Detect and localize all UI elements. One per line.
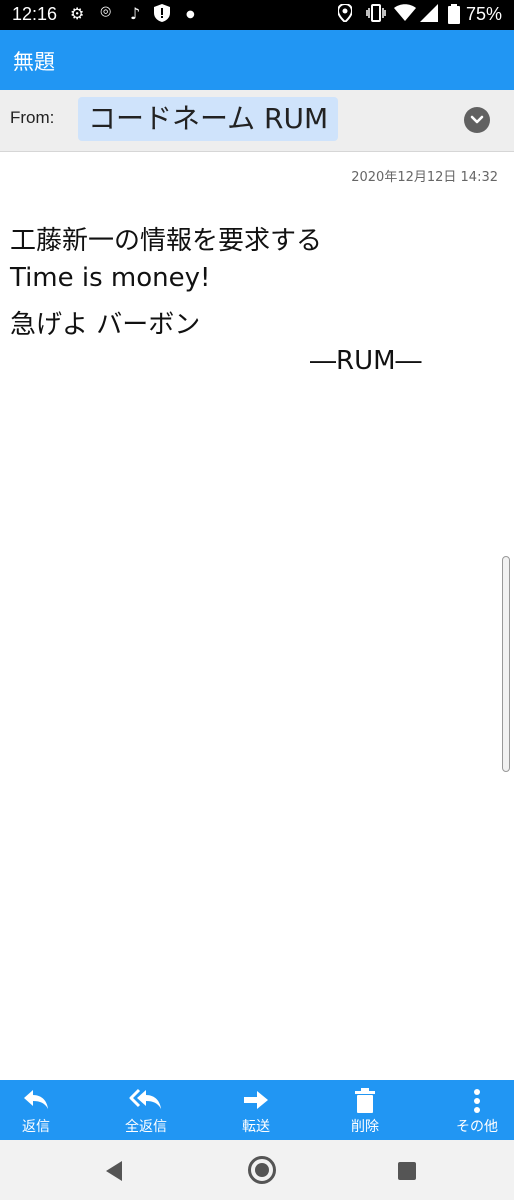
message-line: 工藤新一の情報を要求する: [10, 226, 323, 256]
reply-all-icon: [129, 1088, 161, 1109]
back-icon[interactable]: [104, 1160, 124, 1182]
bottom-toolbar: 返信 全返信 転送 削除 その他: [0, 1080, 514, 1140]
wifi-icon: [394, 4, 416, 26]
home-icon[interactable]: [248, 1156, 276, 1184]
shield-icon: [154, 4, 170, 26]
more-button[interactable]: その他: [437, 1080, 514, 1140]
page-title: 無題: [13, 50, 55, 74]
status-time: 12:16: [12, 4, 58, 24]
cell-signal-icon: [420, 4, 438, 26]
expand-details-button[interactable]: [464, 107, 490, 133]
message-signature: ―RUM―: [310, 346, 422, 376]
message-line: 急げよ バーボン: [10, 310, 201, 340]
settings-icon: ⚙: [70, 4, 85, 23]
sender-chip[interactable]: コードネーム RUM: [78, 97, 339, 141]
delete-button[interactable]: 削除: [325, 1080, 405, 1140]
reply-button[interactable]: 返信: [0, 1080, 76, 1140]
forward-button[interactable]: 転送: [216, 1080, 296, 1140]
from-label: From:: [10, 108, 55, 127]
scrollbar[interactable]: [502, 556, 510, 772]
from-row: From: コードネーム RUM: [0, 90, 514, 152]
delete-label: 削除: [351, 1119, 379, 1135]
recent-apps-icon[interactable]: [398, 1162, 416, 1180]
reply-all-label: 全返信: [125, 1119, 167, 1135]
reply-all-button[interactable]: 全返信: [106, 1080, 186, 1140]
trash-icon: [355, 1088, 375, 1113]
vibrate-icon: [366, 4, 386, 26]
location-icon: [336, 2, 354, 26]
music-note-icon: ♪: [130, 4, 141, 23]
reply-label: 返信: [22, 1119, 50, 1135]
system-nav-bar: [0, 1140, 514, 1200]
more-vertical-icon: [474, 1089, 480, 1113]
app-header: 無題: [0, 30, 514, 90]
forward-label: 転送: [242, 1119, 270, 1135]
more-label: その他: [456, 1119, 498, 1135]
message-line: Time is money!: [10, 263, 211, 293]
nfc-icon: ◎: [100, 4, 112, 19]
battery-icon: [448, 4, 460, 28]
message-date: 2020年12月12日 14:32: [351, 170, 498, 185]
battery-percent: 75%: [465, 4, 502, 24]
forward-arrow-icon: [244, 1091, 268, 1109]
dot-icon: ●: [186, 9, 195, 20]
reply-icon: [24, 1090, 48, 1109]
status-bar: 12:16 ⚙ ◎ ♪ ● 75%: [0, 0, 514, 30]
chevron-down-icon: [470, 115, 484, 124]
